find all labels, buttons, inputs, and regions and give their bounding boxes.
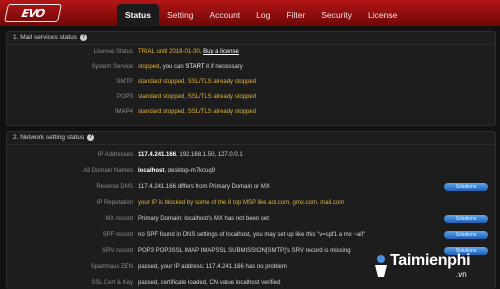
- row-value: standard stopped, SSL/TLS already stoppe…: [138, 94, 257, 100]
- row-value: passed, certificate loaded, CN value loc…: [138, 280, 281, 286]
- service-text-tail: it if necessary: [206, 64, 243, 70]
- mx-record-solutions-button[interactable]: Solutions: [444, 215, 488, 223]
- network-status-title-text: 2. Network setting status: [13, 134, 85, 141]
- row-value: standard stopped, SSL/TLS already stoppe…: [138, 109, 257, 115]
- tab-log[interactable]: Log: [248, 4, 278, 26]
- help-icon[interactable]: ?: [87, 133, 95, 141]
- spf-record-row: SPF record no SPF found in DNS settings …: [7, 229, 495, 241]
- row-value: your IP is blocked by some of the 8 top …: [138, 200, 345, 206]
- tab-security[interactable]: Security: [313, 4, 360, 26]
- start-service-link[interactable]: START: [185, 64, 204, 70]
- imap4-row: IMAP4 standard stopped, SSL/TLS already …: [7, 106, 495, 118]
- watermark-brand: Taimienphi: [390, 252, 471, 269]
- license-status-row: License Status TRIAL until 2018-01-30, B…: [7, 46, 495, 58]
- tab-status[interactable]: Status: [117, 4, 159, 26]
- row-label: SRV record: [102, 248, 133, 254]
- row-value: Primary Domain: localhost's MX has not b…: [138, 216, 269, 222]
- row-label: SMTP: [116, 79, 133, 85]
- row-value: localhost, desktop-m7kcuq9: [138, 165, 215, 177]
- row-label: System Service: [91, 64, 133, 70]
- tab-filter[interactable]: Filter: [278, 4, 313, 26]
- mx-record-row: MX record Primary Domain: localhost's MX…: [7, 213, 495, 225]
- reverse-dns-solutions-button[interactable]: Solutions: [444, 183, 488, 191]
- mail-services-panel: 1. Mail services status? License Status …: [6, 31, 496, 126]
- row-label: IMAP4: [114, 109, 133, 115]
- other-domains: , desktop-m7kcuq9: [164, 168, 216, 174]
- row-value: standard stopped, SSL/TLS already stoppe…: [138, 79, 257, 85]
- row-label: SSL Cert & Key: [91, 280, 133, 286]
- reverse-dns-row: Reverse DNS 117.4.241.166 differs from P…: [7, 181, 495, 193]
- row-label: IP Addresses: [97, 152, 133, 158]
- system-service-row: System Service stopped, you can START it…: [7, 61, 495, 73]
- ip-reputation-row: IP Reputation your IP is blocked by some…: [7, 197, 495, 209]
- watermark-tld: .vn: [456, 270, 467, 279]
- row-value: stopped, you can START it if necessary: [138, 61, 243, 73]
- top-navigation-bar: EVO Status Setting Account Log Filter Se…: [0, 0, 500, 26]
- watermark-logo-icon: [375, 255, 387, 277]
- row-value: POP3 POP3SSL IMAP IMAPSSL SUBMISSION[SMT…: [138, 248, 351, 254]
- spf-record-solutions-button[interactable]: Solutions: [444, 231, 488, 239]
- service-state: stopped: [138, 64, 160, 70]
- ip-addresses-row: IP Addresses 117.4.241.166, 192.168.1.50…: [7, 149, 495, 161]
- domain-names-row: All Domain Names localhost, desktop-m7kc…: [7, 165, 495, 177]
- row-label: Reverse DNS: [96, 184, 133, 190]
- row-value: passed, your IP address: 117.4.241.166 h…: [138, 264, 287, 270]
- license-status-value: TRIAL until 2018-01-30,: [138, 49, 202, 55]
- network-status-title: 2. Network setting status?: [7, 132, 495, 145]
- app-logo: EVO: [4, 4, 62, 22]
- row-value: no SPF found in DNS settings of localhos…: [138, 232, 366, 238]
- watermark: Taimienphi .vn: [372, 250, 492, 284]
- row-label: Spamhaus ZEN: [90, 264, 133, 270]
- row-label: POP3: [116, 94, 133, 100]
- row-label: SPF record: [102, 232, 133, 238]
- main-tabs: Status Setting Account Log Filter Securi…: [117, 2, 405, 26]
- tab-account[interactable]: Account: [201, 4, 248, 26]
- row-value: 117.4.241.166, 192.168.1.50, 127.0.0.1: [138, 149, 243, 161]
- mail-services-title-text: 1. Mail services status: [13, 34, 77, 41]
- primary-ip: 117.4.241.166: [138, 152, 177, 158]
- row-label: MX record: [105, 216, 133, 222]
- buy-license-link[interactable]: Buy a license: [203, 49, 239, 55]
- tab-setting[interactable]: Setting: [159, 4, 201, 26]
- row-label: License Status: [93, 49, 133, 55]
- other-ips: , 192.168.1.50, 127.0.0.1: [176, 152, 243, 158]
- service-text: , you can: [159, 64, 184, 70]
- row-label: All Domain Names: [83, 168, 133, 174]
- row-value: TRIAL until 2018-01-30, Buy a license: [138, 46, 239, 58]
- mail-services-title: 1. Mail services status?: [7, 32, 495, 45]
- primary-domain: localhost: [138, 168, 165, 174]
- smtp-row: SMTP standard stopped, SSL/TLS already s…: [7, 76, 495, 88]
- row-value: 117.4.241.166 differs from Primary Domai…: [138, 184, 270, 190]
- tab-license[interactable]: License: [360, 4, 405, 26]
- row-label: IP Reputation: [96, 200, 133, 206]
- pop3-row: POP3 standard stopped, SSL/TLS already s…: [7, 91, 495, 103]
- help-icon[interactable]: ?: [79, 33, 87, 41]
